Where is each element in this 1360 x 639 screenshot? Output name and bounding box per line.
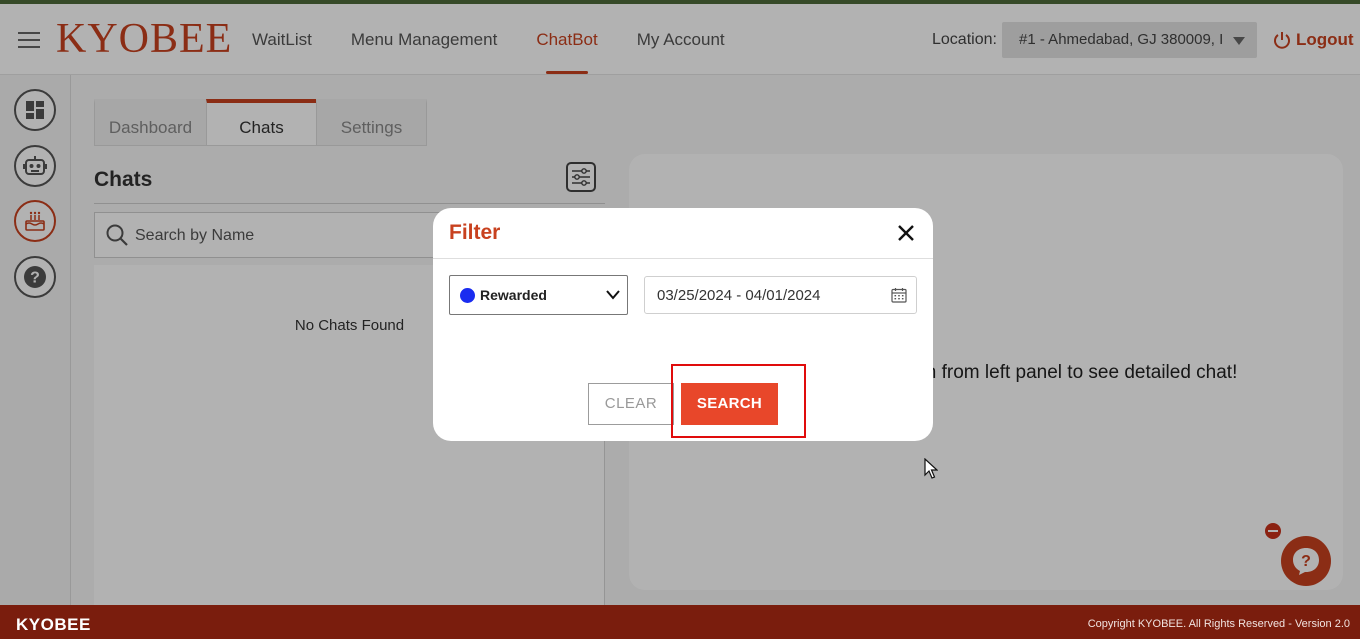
chevron-down-icon [606, 290, 620, 300]
status-value: Rewarded [480, 287, 547, 303]
date-range-field[interactable]: 03/25/2024 - 04/01/2024 [644, 276, 917, 314]
status-select[interactable]: Rewarded [449, 275, 628, 315]
footer-brand: KYOBEE [16, 615, 91, 634]
annotation-highlight [671, 364, 806, 438]
modal-title: Filter [449, 221, 501, 244]
close-icon[interactable] [897, 224, 915, 242]
date-range-value: 03/25/2024 - 04/01/2024 [657, 287, 821, 304]
clear-button[interactable]: CLEAR [588, 383, 674, 425]
calendar-icon[interactable] [891, 287, 907, 303]
divider [433, 258, 933, 259]
status-dot [460, 288, 475, 303]
footer-copyright: Copyright KYOBEE. All Rights Reserved - … [1087, 618, 1350, 630]
mouse-cursor-icon [924, 458, 938, 479]
footer: KYOBEE Copyright KYOBEE. All Rights Rese… [0, 605, 1360, 639]
